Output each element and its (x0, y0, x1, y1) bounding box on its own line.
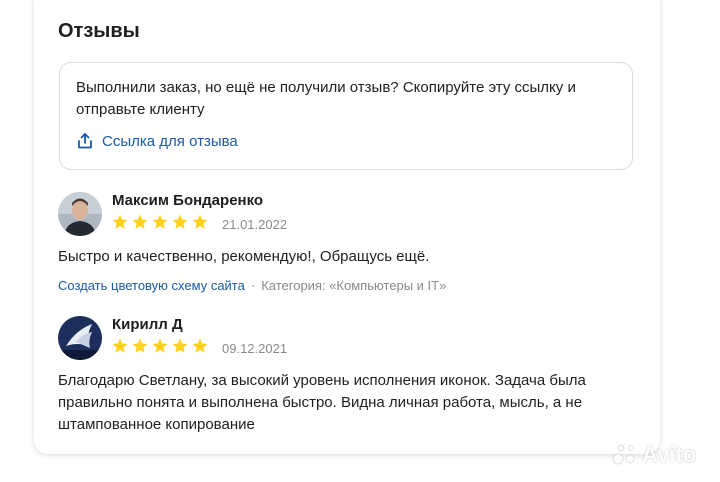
avatar[interactable] (58, 192, 102, 236)
rating-stars (111, 337, 209, 355)
reviewer-name[interactable]: Кирилл Д (112, 316, 183, 333)
star-icon (152, 214, 168, 229)
review-text: Благодарю Светлану, за высокий уровень и… (58, 372, 586, 433)
star-icon (132, 214, 148, 229)
review-link-label: Ссылка для отзыва (102, 132, 238, 150)
reviewer-name[interactable]: Максим Бондаренко (112, 192, 263, 209)
section-title: Отзывы (58, 20, 140, 42)
star-icon (132, 338, 148, 353)
category-label: Категория: «Компьютеры и IT» (261, 278, 447, 293)
avito-logo-icon (612, 444, 635, 465)
star-icon (152, 338, 168, 353)
review-text: Быстро и качественно, рекомендую!, Обращ… (58, 248, 430, 265)
rating-stars (111, 213, 209, 231)
star-icon (192, 214, 208, 229)
star-icon (112, 214, 128, 229)
star-icon (112, 338, 128, 353)
review-link-button[interactable]: Ссылка для отзыва (76, 132, 238, 150)
star-icon (172, 214, 188, 229)
invite-box: Выполнили заказ, но ещё не получили отзы… (59, 62, 633, 170)
service-link[interactable]: Создать цветовую схему сайта (58, 278, 245, 293)
review-date: 09.12.2021 (222, 341, 288, 356)
star-icon (192, 338, 208, 353)
share-icon (76, 132, 94, 150)
review-date: 21.01.2022 (222, 217, 288, 232)
avito-watermark: Avito (612, 442, 696, 468)
invite-text: Выполнили заказ, но ещё не получили отзы… (76, 79, 576, 118)
watermark-text: Avito (642, 442, 697, 467)
avatar[interactable] (58, 316, 102, 360)
review-meta: Создать цветовую схему сайта · Категория: … (58, 278, 446, 293)
meta-separator: · (250, 278, 256, 293)
star-icon (172, 338, 188, 353)
